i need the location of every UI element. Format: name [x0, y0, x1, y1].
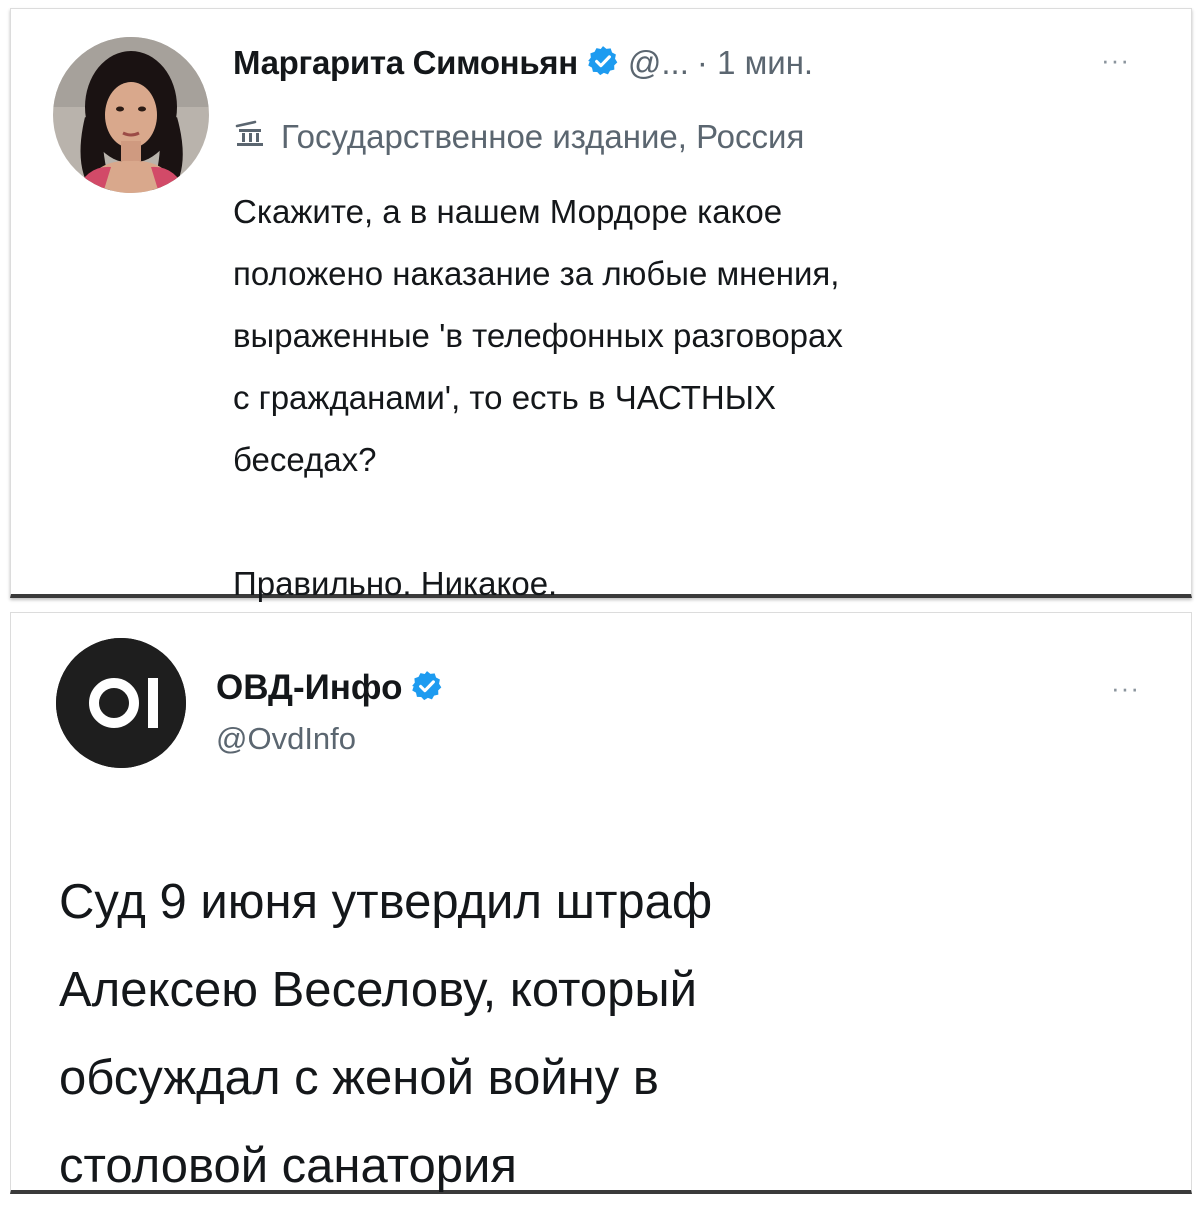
ovd-info-logo-icon	[56, 638, 186, 768]
tweet-header: Маргарита Симоньян @... · 1 мин.	[233, 41, 813, 85]
author-handle[interactable]: @OvdInfo	[216, 721, 356, 757]
avatar[interactable]	[56, 638, 186, 768]
avatar-photo	[53, 37, 209, 193]
state-media-label[interactable]: Государственное издание, Россия	[233, 114, 804, 160]
author-handle[interactable]: @...	[628, 44, 689, 82]
tweet-text-line: столовой санатория	[59, 1139, 517, 1193]
tweet-text: Суд 9 июня утвердил штраф Алексею Весело…	[59, 858, 1159, 1210]
state-media-label-text: Государственное издание, Россия	[281, 118, 805, 155]
more-options-icon[interactable]: ···	[1101, 45, 1130, 76]
tweet-time[interactable]: · 1 мин.	[697, 44, 813, 82]
tweet-text-line: выраженные 'в телефонных разговорах	[233, 317, 843, 354]
author-name[interactable]: Маргарита Симоньян	[233, 44, 578, 82]
tweet-text-line: обсуждал с женой войну в	[59, 1051, 659, 1105]
tweet-text-line: беседах?	[233, 441, 377, 478]
verified-badge-icon	[586, 44, 620, 83]
tweet-text-line: Алексею Веселову, который	[59, 963, 698, 1017]
tweet-card-ovdinfo[interactable]: ОВД-Инфо @OvdInfo ··· Суд 9 июня утверди…	[10, 612, 1192, 1194]
tweet-text: Скажите, а в нашем Мордоре какое положен…	[233, 181, 1153, 615]
avatar[interactable]	[53, 37, 209, 193]
author-name[interactable]: ОВД-Инфо	[216, 668, 402, 708]
tweet-text-line: Скажите, а в нашем Мордоре какое	[233, 193, 783, 230]
tweet-card-simonyan[interactable]: Маргарита Симоньян @... · 1 мин. ··· Гос…	[10, 8, 1192, 602]
tweet-text-line: с гражданами', то есть в ЧАСТНЫХ	[233, 379, 776, 416]
verified-badge-icon	[410, 669, 444, 708]
tweet-header: ОВД-Инфо	[216, 665, 444, 711]
more-options-icon[interactable]: ···	[1111, 673, 1140, 704]
tweet-text-line: Суд 9 июня утвердил штраф	[59, 875, 713, 929]
tweet-text-line: положено наказание за любые мнения,	[233, 255, 840, 292]
tweet-text-line: Правильно. Никакое.	[233, 565, 558, 602]
government-building-icon	[233, 120, 267, 155]
